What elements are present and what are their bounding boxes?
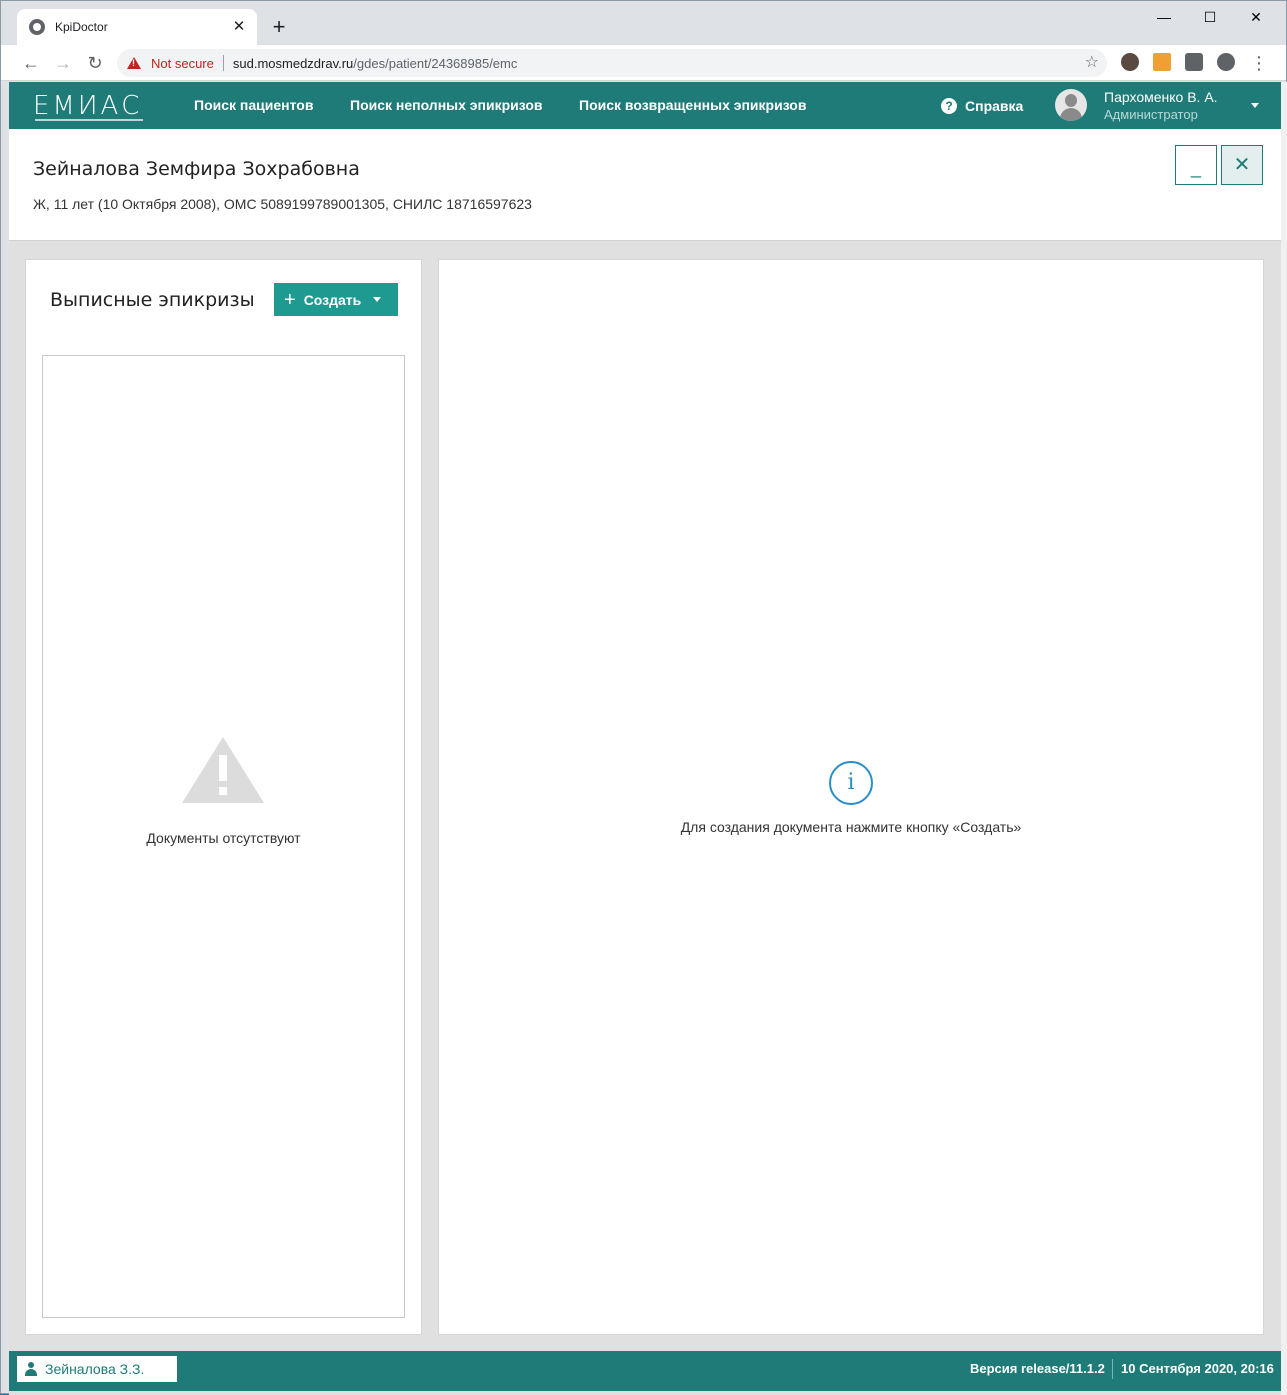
security-label[interactable]: Not secure xyxy=(151,56,214,71)
address-bar[interactable]: Not secure sud.mosmedzdrav.ru /gdes/pati… xyxy=(117,49,1107,77)
document-list[interactable]: Документы отсутствуют xyxy=(42,355,405,1318)
plus-icon: + xyxy=(284,288,296,311)
document-view-panel: i Для создания документа нажмите кнопку … xyxy=(438,259,1264,1335)
datetime-label: 10 Сентября 2020, 20:16 xyxy=(1121,1361,1274,1376)
status-footer: Зейналова З.З. Версия release/11.1.2 10 … xyxy=(9,1351,1281,1391)
warning-icon xyxy=(127,57,141,69)
menu-kebab-icon[interactable]: ⋮ xyxy=(1245,49,1273,77)
patient-tab-label: Зейналова З.З. xyxy=(45,1361,145,1377)
warning-icon xyxy=(182,737,264,803)
tab-strip: KpiDoctor ✕ + — ☐ ✕ xyxy=(1,1,1286,45)
browser-toolbar: ← → ↻ Not secure sud.mosmedzdrav.ru /gde… xyxy=(1,45,1286,81)
avatar[interactable] xyxy=(1055,89,1087,121)
close-window-button[interactable]: ✕ xyxy=(1233,3,1279,31)
minimize-window-button[interactable]: — xyxy=(1141,3,1187,31)
extension-icon[interactable] xyxy=(1121,53,1139,71)
url-host: sud.mosmedzdrav.ru xyxy=(232,55,354,71)
patient-header: Зейналова Земфира Зохрабовна Ж, 11 лет (… xyxy=(9,129,1281,241)
maximize-window-button[interactable]: ☐ xyxy=(1187,3,1233,31)
user-role: Администратор xyxy=(1104,107,1198,122)
browser-window: KpiDoctor ✕ + — ☐ ✕ ← → ↻ Not secure sud… xyxy=(0,0,1287,1395)
patient-tab[interactable]: Зейналова З.З. xyxy=(17,1356,177,1382)
url-path: /gdes/patient/24368985/emc xyxy=(353,55,518,71)
patient-name: Зейналова Земфира Зохрабовна xyxy=(33,158,360,180)
panel-title: Выписные эпикризы xyxy=(50,289,255,311)
back-icon[interactable]: ← xyxy=(17,49,45,77)
create-label: Создать xyxy=(303,291,362,308)
chevron-down-icon[interactable] xyxy=(1251,103,1259,108)
forward-icon[interactable]: → xyxy=(49,49,77,77)
browser-tab[interactable]: KpiDoctor ✕ xyxy=(17,9,257,45)
new-tab-button[interactable]: + xyxy=(267,13,291,41)
help-link[interactable]: ? Справка xyxy=(941,82,1023,129)
logo-underline xyxy=(35,119,143,121)
minimize-patient-button[interactable]: _ xyxy=(1175,145,1217,185)
reload-icon[interactable]: ↻ xyxy=(81,49,109,77)
version-label: Версия release/11.1.2 xyxy=(970,1361,1105,1376)
create-button[interactable]: + Создать xyxy=(274,283,398,316)
help-icon: ? xyxy=(941,97,957,114)
acrobat-extension-icon[interactable] xyxy=(1153,53,1171,71)
close-patient-button[interactable]: ✕ xyxy=(1221,145,1263,185)
help-label: Справка xyxy=(965,97,1024,114)
empty-state-text: Документы отсутствуют xyxy=(146,830,301,846)
app-container: ЕМИАС Поиск пациентов Поиск неполных эпи… xyxy=(9,82,1281,1395)
chevron-down-icon xyxy=(373,297,382,302)
info-icon: i xyxy=(829,761,873,805)
nav-patient-search[interactable]: Поиск пациентов xyxy=(194,82,313,129)
user-icon xyxy=(25,1362,37,1376)
puzzle-extensions-icon[interactable] xyxy=(1185,53,1203,71)
tab-title: KpiDoctor xyxy=(55,20,108,34)
globe-icon xyxy=(29,19,45,35)
profile-icon[interactable] xyxy=(1217,53,1235,71)
tab-close-icon[interactable]: ✕ xyxy=(229,17,249,37)
create-hint-text: Для создания документа нажмите кнопку «С… xyxy=(680,819,1022,835)
divider xyxy=(222,55,224,71)
scrollbar[interactable] xyxy=(1281,82,1287,1395)
epicrisis-list-panel: Выписные эпикризы + Создать Документы от… xyxy=(25,259,422,1335)
user-name[interactable]: Пархоменко В. А. xyxy=(1104,89,1218,105)
nav-returned-epicrisis-search[interactable]: Поиск возвращенных эпикризов xyxy=(579,82,806,129)
divider xyxy=(1112,1359,1113,1379)
bookmark-star-icon[interactable]: ☆ xyxy=(1085,49,1099,77)
patient-info: Ж, 11 лет (10 Октября 2008), ОМС 5089199… xyxy=(33,196,532,212)
emias-logo[interactable]: ЕМИАС xyxy=(33,91,142,121)
app-header: ЕМИАС Поиск пациентов Поиск неполных эпи… xyxy=(9,82,1281,129)
nav-incomplete-epicrisis-search[interactable]: Поиск неполных эпикризов xyxy=(350,82,543,129)
